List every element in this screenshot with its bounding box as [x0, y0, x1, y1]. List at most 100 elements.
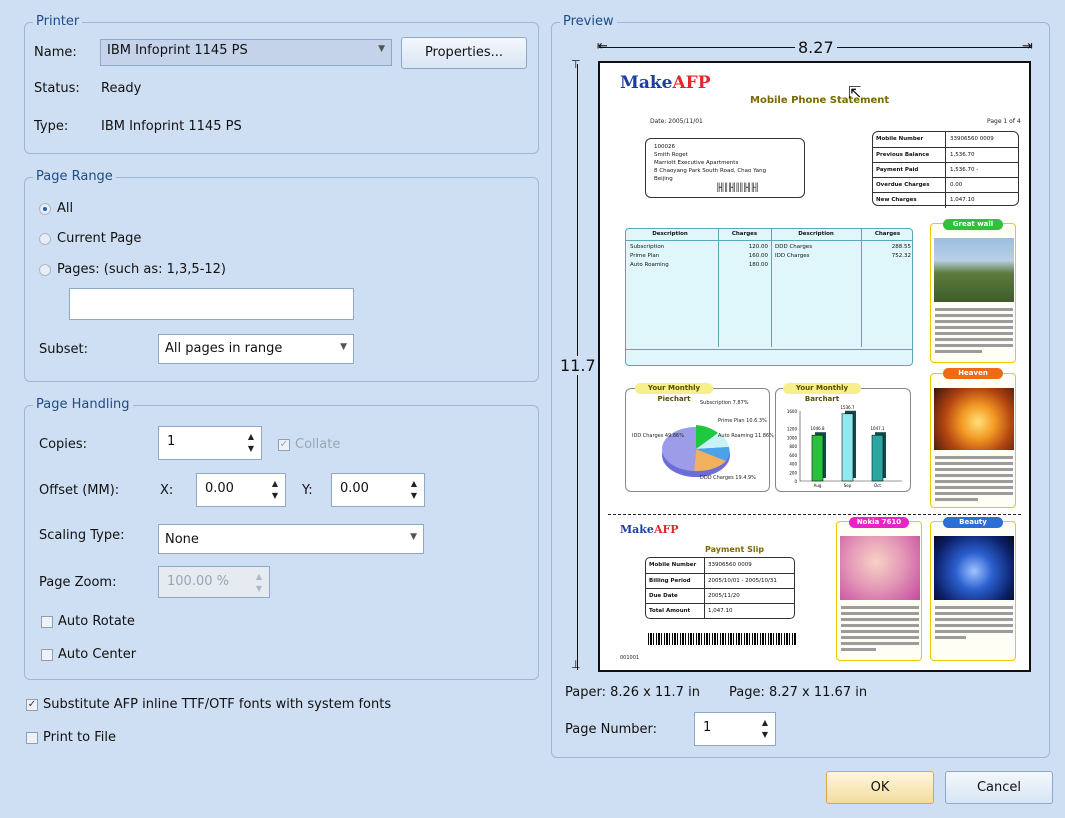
substitute-fonts-label: Substitute AFP inline TTF/OTF fonts with… [43, 697, 392, 712]
slip-row: Due Date 2005/11/20 [646, 588, 794, 604]
piechart-badge: Your Monthly Piechart [635, 383, 713, 403]
spin-up-down-icon[interactable]: ▲ ▼ [411, 478, 417, 502]
spin-up-down-icon[interactable]: ▲ ▼ [762, 717, 768, 741]
ruler-left-arrow-icon: ⇤ [597, 39, 608, 54]
summary-row: New Charges 1,047.10 [873, 192, 1018, 208]
spin-up-down-icon[interactable]: ▲ ▼ [272, 478, 278, 502]
summary-label: New Charges [876, 197, 917, 203]
charges-header-cell: Description [652, 231, 688, 237]
bar-category-label: Sep [844, 483, 852, 488]
slip-logo: MakeAFP [620, 523, 679, 536]
height-label: 11.7 [560, 356, 596, 375]
cancel-button[interactable]: Cancel [945, 771, 1053, 804]
subset-combo[interactable]: All pages in range ▼ [158, 334, 354, 364]
bar-tick-label: 600 [789, 453, 797, 458]
greatwall-badge: Great wall [943, 219, 1003, 230]
offset-x-spinner[interactable]: 0.00 ▲ ▼ [196, 473, 286, 507]
doc-page-of: Page 1 of 4 [987, 118, 1021, 125]
charges-divider [626, 349, 912, 350]
bar [871, 434, 884, 482]
spin-up-down-icon[interactable]: ▲ ▼ [248, 431, 254, 455]
summary-label: Payment Paid [876, 167, 919, 173]
preview-group-title: Preview [560, 14, 617, 29]
collate-checkbox[interactable]: ✓ Collate [278, 437, 340, 452]
charges-cell: 120.00 [748, 244, 768, 250]
bar-value-label: 1536.7 [841, 405, 855, 410]
scaling-value: None [165, 532, 199, 547]
ok-button[interactable]: OK [826, 771, 934, 804]
nokia-badge: Nokia 7610 [849, 517, 909, 528]
slip-label: Due Date [649, 593, 678, 599]
checkbox-icon [41, 648, 53, 661]
postal-barcode: ╟╢║╟╢║║╟╢╟║ [716, 183, 759, 192]
nokia-photo [840, 536, 920, 600]
page-number-label: Page Number: [565, 722, 657, 737]
heaven-text-lines [935, 456, 1013, 504]
page-handling-group-title: Page Handling [33, 397, 133, 412]
page-zoom-spinner[interactable]: 100.00 % ▲ ▼ [158, 566, 270, 598]
page-zoom-label: Page Zoom: [39, 575, 117, 590]
doc-charges-header: Description Charges Description Charges [626, 229, 912, 241]
greatwall-card [930, 223, 1016, 363]
radio-icon [39, 232, 51, 245]
slip-title: Payment Slip [705, 545, 765, 554]
bar-value-label: 1046.8 [811, 426, 825, 431]
offset-y-spinner[interactable]: 0.00 ▲ ▼ [331, 473, 425, 507]
doc-address-lines: 100026 Smith Roget Marriott Executive Apar… [654, 143, 766, 183]
summary-row: Payment Paid 1,536.70 - [873, 162, 1018, 178]
print-to-file-checkbox[interactable]: Print to File [26, 730, 116, 745]
ruler-top-arrow-icon: ⊤ [571, 58, 581, 71]
doc-date: Date: 2005/11/01 [650, 118, 703, 125]
range-current-radio[interactable]: Current Page [39, 231, 141, 246]
range-all-radio[interactable]: All [39, 201, 73, 216]
heaven-card [930, 373, 1016, 508]
address-line: 8 Chaoyang Park South Road, Chao Yang [654, 168, 767, 174]
auto-center-label: Auto Center [58, 647, 137, 662]
offset-y-value: 0.00 [340, 481, 369, 496]
bar-tick-label: 800 [789, 444, 797, 449]
summary-row: Previous Balance 1,536.70 [873, 147, 1018, 163]
doc-barchart-card: 1600 1200 1000 800 600 400 200 0 1046.8 Aug 1536.7… [775, 388, 911, 492]
bar-tick-label: 1200 [787, 427, 798, 432]
auto-rotate-checkbox[interactable]: Auto Rotate [41, 614, 135, 629]
slip-value: 2005/11/20 [704, 589, 740, 604]
range-pages-radio[interactable]: Pages: (such as: 1,3,5-12) [39, 262, 226, 277]
pie-label-2: Prime Plan 10.6.3% [718, 418, 767, 424]
nokia-text-lines [841, 606, 919, 654]
charges-header-cell: Description [798, 231, 834, 237]
charges-col-line-3 [861, 229, 862, 347]
offset-x-label: X: [160, 483, 174, 498]
barchart-badge: Your Monthly Barchart [783, 383, 861, 403]
beauty-text-lines [935, 606, 1013, 642]
spin-up-down-icon[interactable]: ▲ ▼ [256, 571, 262, 595]
checkbox-checked-icon: ✓ [278, 438, 290, 451]
slip-code: 001001 [620, 655, 640, 661]
substitute-fonts-checkbox[interactable]: ✓ Substitute AFP inline TTF/OTF fonts wi… [26, 697, 391, 712]
scaling-combo[interactable]: None ▼ [158, 524, 424, 554]
pages-input[interactable] [69, 288, 354, 320]
copies-label: Copies: [39, 437, 88, 452]
ruler-bottom-arrow-icon: ⊥ [571, 658, 581, 671]
address-line: Beijing [654, 176, 673, 182]
doc-barchart: 1600 1200 1000 800 600 400 200 0 1046.8 Aug 1536.7… [787, 405, 902, 488]
chevron-down-icon: ▼ [378, 44, 385, 54]
doc-logo-afp: AFP [672, 73, 711, 93]
charges-col-line-2 [771, 229, 772, 347]
doc-address-box: 100026 Smith Roget Marriott Executive Apar… [645, 138, 805, 198]
pie-label-4: IDD Charges 49.86% [632, 433, 684, 439]
slip-label: Mobile Number [649, 562, 697, 568]
pie-label-3: Auto Roaming 11.86% [718, 433, 774, 439]
auto-center-checkbox[interactable]: Auto Center [41, 647, 136, 662]
bar [811, 434, 824, 482]
page-number-value: 1 [703, 720, 712, 735]
address-line: Marriott Executive Apartments [654, 160, 739, 166]
summary-value: 1,536.70 [945, 148, 975, 163]
page-number-spinner[interactable]: 1 ▲ ▼ [694, 712, 776, 746]
pie-label-1: Subscription 7.87% [700, 400, 749, 406]
charges-cell: 160.00 [748, 253, 768, 259]
copies-spinner[interactable]: 1 ▲ ▼ [158, 426, 262, 460]
bar-tick-label: 1000 [787, 435, 798, 440]
printer-name-combo[interactable]: IBM Infoprint 1145 PS ▼ [100, 39, 392, 66]
properties-button[interactable]: Properties... [401, 37, 527, 69]
subset-value: All pages in range [165, 341, 283, 356]
